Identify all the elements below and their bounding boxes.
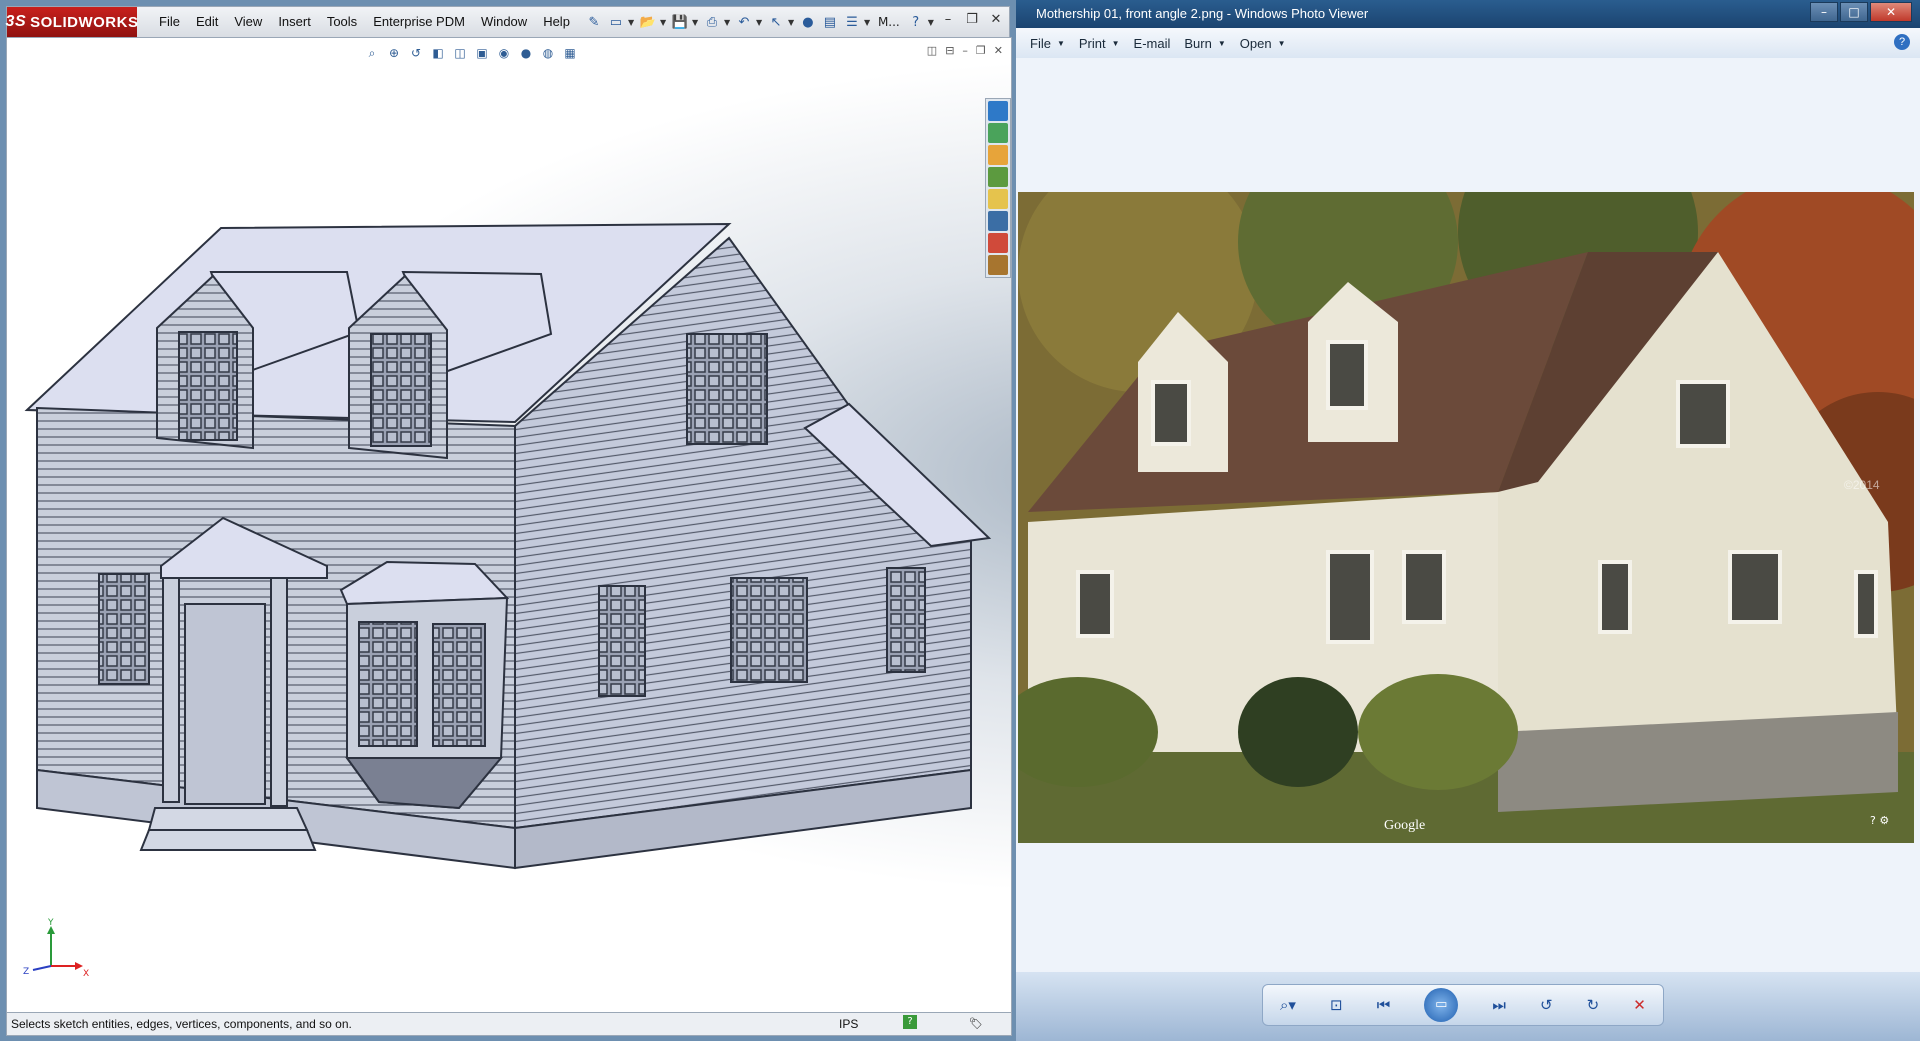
toolbar-overflow[interactable]: M... [874, 12, 904, 32]
triad-z-label: Z [23, 967, 29, 977]
unit-system[interactable]: IPS [839, 1017, 858, 1031]
house-photo-image [1018, 192, 1914, 843]
pv-print-caret-icon[interactable]: ▼ [1112, 39, 1120, 48]
photo-viewer-title: Mothership 01, front angle 2.png - Windo… [1036, 6, 1369, 21]
file-properties-icon[interactable]: ▤ [820, 12, 840, 32]
menu-enterprise-pdm[interactable]: Enterprise PDM [365, 7, 473, 37]
zoom-icon[interactable]: ⌕▾ [1280, 996, 1296, 1014]
save-caret-icon[interactable]: ▼ [692, 18, 700, 27]
solidworks-titlebar: 3S SOLIDWORKS File Edit View Insert Tool… [6, 6, 1010, 38]
house-photo[interactable]: Google ©2014 ? ⚙ [1018, 192, 1914, 843]
pv-menu-print[interactable]: Print [1079, 36, 1106, 51]
solidworks-window-controls: – ❐ ✕ [939, 11, 1005, 29]
open-caret-icon[interactable]: ▼ [660, 18, 668, 27]
help-caret-icon[interactable]: ▼ [928, 18, 936, 27]
solidworks-logo[interactable]: 3S SOLIDWORKS [5, 7, 139, 37]
photo-viewer-window-controls: – □ ✕ [1810, 2, 1912, 22]
google-watermark: Google [1384, 818, 1426, 833]
menu-help[interactable]: Help [535, 7, 578, 37]
ds-logo-icon: 3S [5, 13, 27, 30]
menu-window[interactable]: Window [473, 7, 535, 37]
copyright-watermark: ©2014 [1844, 478, 1880, 492]
solidworks-window: 3S SOLIDWORKS File Edit View Insert Tool… [0, 0, 1018, 1041]
pv-help-icon[interactable]: ? [1894, 34, 1910, 50]
help-question-icon[interactable]: ? [906, 12, 926, 32]
rotate-counterclockwise-icon[interactable]: ↺ [1540, 996, 1553, 1014]
undo-caret-icon[interactable]: ▼ [756, 18, 764, 27]
print-icon[interactable]: ⎙ [702, 12, 722, 32]
pv-open-caret-icon[interactable]: ▼ [1278, 39, 1286, 48]
status-bar: Selects sketch entities, edges, vertices… [6, 1012, 1012, 1036]
undo-icon[interactable]: ↶ [734, 12, 754, 32]
print-caret-icon[interactable]: ▼ [724, 18, 732, 27]
solidworks-brand: SOLIDWORKS [30, 13, 139, 31]
pin-icon[interactable]: ✎ [584, 12, 604, 32]
playback-controls: ⌕▾ ⊡ ⏮ ▭ ⏭ ↺ ↻ ✕ [1262, 984, 1664, 1026]
tag-icon[interactable]: 🏷 [969, 1017, 983, 1030]
delete-icon[interactable]: ✕ [1633, 996, 1646, 1014]
triad-y-label: Y [47, 918, 54, 928]
street-view-help-icon: ? ⚙ [1870, 814, 1890, 827]
new-caret-icon[interactable]: ▼ [628, 18, 636, 27]
quick-help-icon[interactable]: ? [903, 1015, 917, 1029]
pv-burn-caret-icon[interactable]: ▼ [1218, 39, 1226, 48]
photo-viewer-window: Mothership 01, front angle 2.png - Windo… [1016, 0, 1920, 1041]
close-icon[interactable]: ✕ [987, 11, 1005, 29]
photo-viewer-titlebar: Mothership 01, front angle 2.png - Windo… [1016, 0, 1920, 28]
menu-file[interactable]: File [151, 7, 188, 37]
house-3d-model[interactable] [7, 38, 997, 898]
slideshow-icon[interactable]: ▭ [1424, 988, 1459, 1022]
save-icon[interactable]: 💾 [670, 12, 690, 32]
minimize-icon[interactable]: – [939, 11, 957, 29]
pv-menu-burn[interactable]: Burn [1184, 36, 1211, 51]
menu-view[interactable]: View [226, 7, 270, 37]
options-caret-icon[interactable]: ▼ [864, 18, 872, 27]
triad-x-label: X [83, 969, 89, 979]
previous-icon[interactable]: ⏮ [1377, 996, 1391, 1014]
pv-menu-open[interactable]: Open [1240, 36, 1272, 51]
new-document-icon[interactable]: ▭ [606, 12, 626, 32]
pv-menu-file[interactable]: File [1030, 36, 1051, 51]
photo-viewer-command-bar: File ▼ Print ▼ E-mail Burn ▼ Open ▼ ? [1016, 28, 1920, 59]
pv-file-caret-icon[interactable]: ▼ [1057, 39, 1065, 48]
photo-canvas: Google ©2014 ? ⚙ [1016, 58, 1920, 972]
restore-icon[interactable]: ❐ [963, 11, 981, 29]
pv-maximize-icon[interactable]: □ [1840, 2, 1868, 22]
graphics-area[interactable]: ⌕ ⊕ ↺ ◧ ◫ ▣ ◉ ● ◍ ▦ ◫ ⊟ – ❐ ✕ Y X Z [6, 37, 1012, 1013]
coordinate-triad: Y X Z [23, 918, 89, 979]
pv-close-icon[interactable]: ✕ [1870, 2, 1912, 22]
solidworks-menubar: File Edit View Insert Tools Enterprise P… [151, 7, 578, 37]
menu-edit[interactable]: Edit [188, 7, 226, 37]
open-folder-icon[interactable]: 📂 [638, 12, 658, 32]
pv-minimize-icon[interactable]: – [1810, 2, 1838, 22]
actual-size-icon[interactable]: ⊡ [1330, 996, 1343, 1014]
status-message: Selects sketch entities, edges, vertices… [11, 1017, 352, 1031]
next-icon[interactable]: ⏭ [1492, 996, 1506, 1014]
options-icon[interactable]: ☰ [842, 12, 862, 32]
menu-insert[interactable]: Insert [270, 7, 319, 37]
rebuild-traffic-light-icon[interactable]: ● [798, 12, 818, 32]
photo-viewer-navigation-bar: ⌕▾ ⊡ ⏮ ▭ ⏭ ↺ ↻ ✕ [1016, 972, 1920, 1041]
rotate-clockwise-icon[interactable]: ↻ [1587, 996, 1600, 1014]
pv-menu-email[interactable]: E-mail [1134, 36, 1171, 51]
menu-tools[interactable]: Tools [319, 7, 365, 37]
select-caret-icon[interactable]: ▼ [788, 18, 796, 27]
select-arrow-icon[interactable]: ↖ [766, 12, 786, 32]
standard-toolbar: ✎ ▭ ▼ 📂 ▼ 💾 ▼ ⎙ ▼ ↶ ▼ ↖ ▼ ● ▤ ☰ ▼ M... ? ▼ [584, 12, 936, 32]
